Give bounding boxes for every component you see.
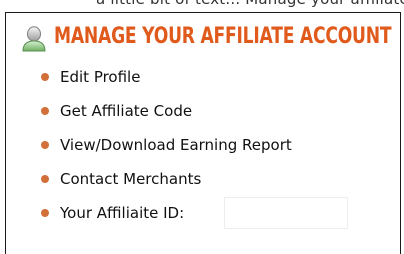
bullet-icon <box>41 73 49 81</box>
get-affiliate-code-link[interactable]: Get Affiliate Code <box>60 102 192 120</box>
menu-item-affiliate-id: Your Affiliaite ID: <box>6 196 400 230</box>
menu-item-contact-merchants[interactable]: Contact Merchants <box>6 162 400 196</box>
page-title: MANAGE YOUR AFFILIATE ACCOUNT <box>54 24 392 49</box>
user-icon <box>22 26 46 52</box>
cropped-text: a little bit of text... Manage your affi… <box>96 0 404 8</box>
top-cropped-text-strip: a little bit of text... Manage your affi… <box>0 0 404 8</box>
edit-profile-link[interactable]: Edit Profile <box>60 68 140 86</box>
affiliate-id-value <box>224 197 348 229</box>
bullet-icon <box>41 141 49 149</box>
affiliate-id-label: Your Affiliaite ID: <box>60 204 185 222</box>
menu-item-earning-report[interactable]: View/Download Earning Report <box>6 128 400 162</box>
contact-merchants-link[interactable]: Contact Merchants <box>60 170 201 188</box>
panel-header: MANAGE YOUR AFFILIATE ACCOUNT <box>6 13 400 60</box>
bullet-icon <box>41 175 49 183</box>
bullet-icon <box>41 107 49 115</box>
view-download-earning-report-link[interactable]: View/Download Earning Report <box>60 136 292 154</box>
menu-item-get-affiliate-code[interactable]: Get Affiliate Code <box>6 94 400 128</box>
menu-item-edit-profile[interactable]: Edit Profile <box>6 60 400 94</box>
bullet-icon <box>41 209 49 217</box>
manage-affiliate-panel: MANAGE YOUR AFFILIATE ACCOUNT Edit Profi… <box>5 12 401 254</box>
